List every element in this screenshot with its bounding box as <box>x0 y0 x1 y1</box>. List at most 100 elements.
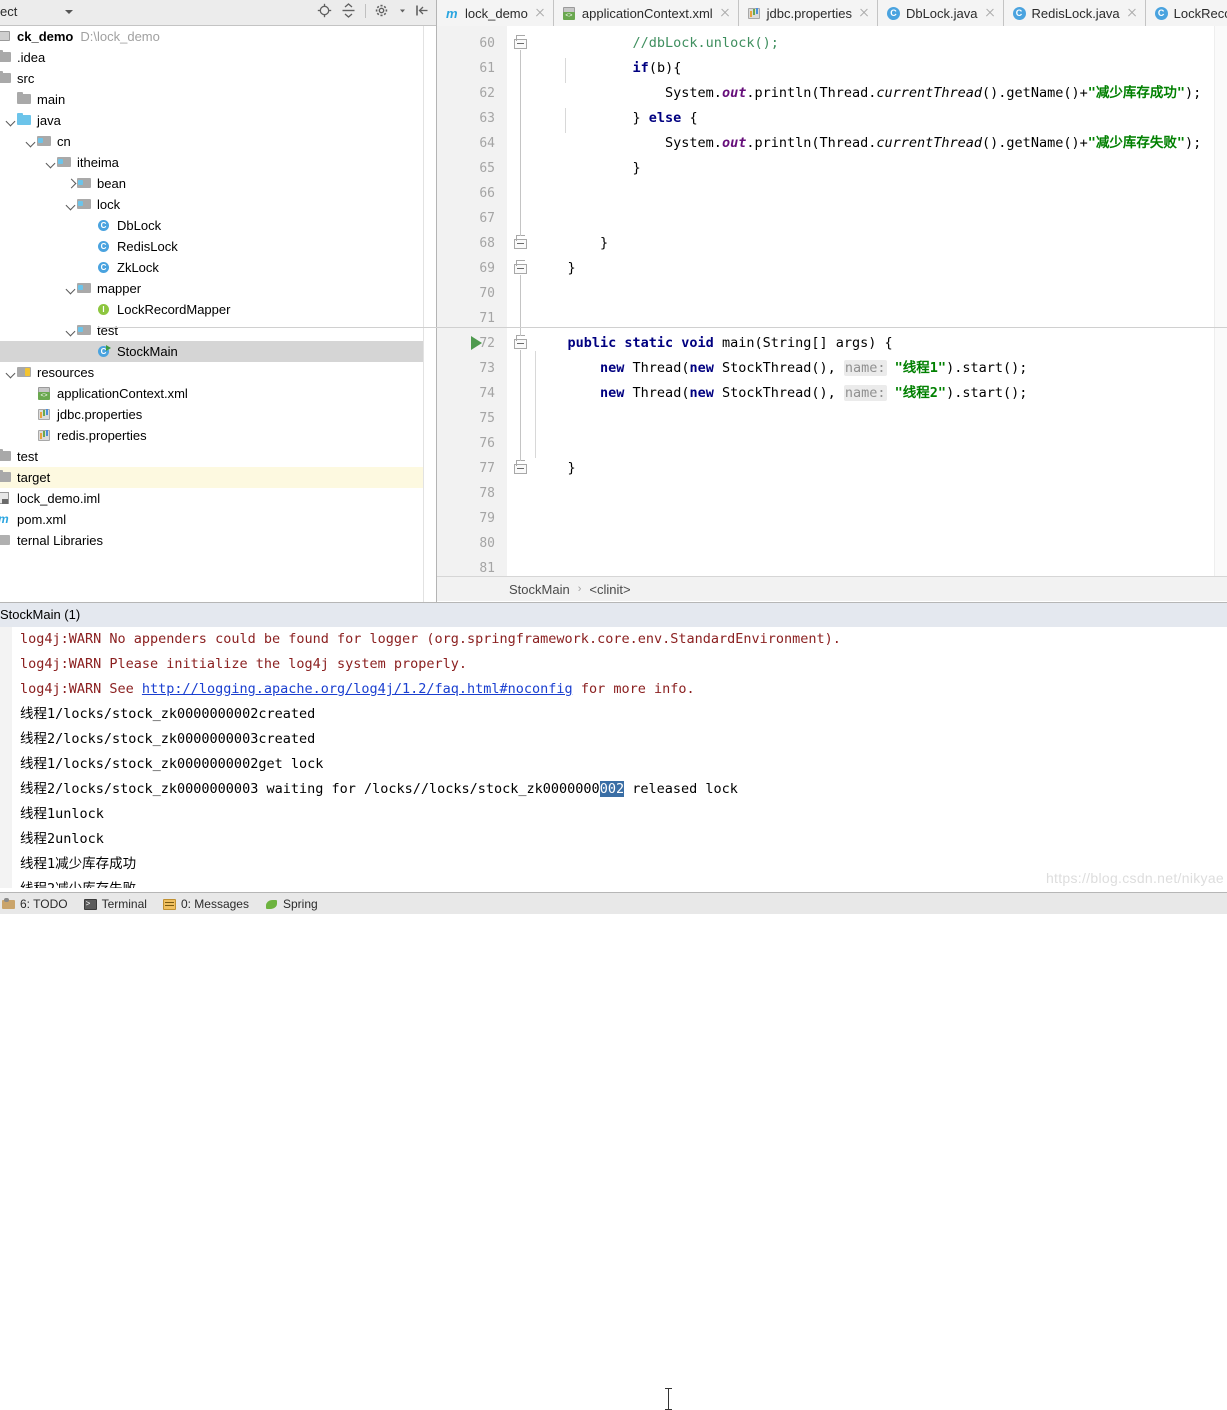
code-token: "减少库存成功" <box>1087 85 1185 101</box>
console-tab-stockmain[interactable]: StockMain (1) <box>0 603 91 627</box>
line-number: 62 <box>479 86 495 101</box>
class-icon <box>1012 6 1027 21</box>
editor-gutter[interactable]: 60 61 62 63 64 65 66 67 68 69 70 71 72 73 74 75 76 77 78 79… <box>437 26 508 576</box>
code-token: .println(Thread. <box>746 135 877 151</box>
chevron-down-icon[interactable] <box>26 131 37 152</box>
fold-marker-icon[interactable] <box>514 35 528 50</box>
line-number: 78 <box>479 486 495 501</box>
chevron-down-icon[interactable] <box>65 10 73 14</box>
breadcrumb[interactable]: StockMain › <clinit> <box>437 576 1227 601</box>
project-tree-scrollbar[interactable] <box>423 26 436 602</box>
fold-marker-icon[interactable] <box>514 235 528 250</box>
console-link[interactable]: http://logging.apache.org/log4j/1.2/faq.… <box>142 681 573 697</box>
run-method-icon[interactable] <box>471 336 482 350</box>
editor-code-area[interactable]: //dbLock.unlock(); if(b){ System.out.pri… <box>535 26 1215 576</box>
status-bar-item-spring[interactable]: Spring <box>265 897 318 911</box>
tree-item-lock[interactable]: lock <box>0 194 423 215</box>
breadcrumb-item[interactable]: StockMain <box>509 582 570 597</box>
tree-item-itheima[interactable]: itheima <box>0 152 423 173</box>
editor-fold-column[interactable] <box>507 26 535 576</box>
tree-item-redis-properties[interactable]: redis.properties <box>0 425 423 446</box>
status-bar-item-0-messages[interactable]: 0: Messages <box>162 897 249 911</box>
tree-item-pom-xml[interactable]: pom.xml <box>0 509 423 530</box>
chevron-down-icon[interactable] <box>46 152 57 173</box>
locate-icon[interactable] <box>317 3 332 18</box>
fold-cap <box>516 35 525 41</box>
console-line: 线程1unlock <box>12 802 1227 827</box>
console-text: 线程1/locks/stock_zk0000000002get lock <box>20 756 324 772</box>
tree-item-bean[interactable]: bean <box>0 173 423 194</box>
chevron-down-icon[interactable] <box>6 110 17 131</box>
tree-item-test[interactable]: test <box>0 446 423 467</box>
project-tool-window: ect ck_demo D:\lock_demo .idea src main … <box>0 0 437 602</box>
chevron-down-icon[interactable] <box>66 320 77 341</box>
tree-item-cn[interactable]: cn <box>0 131 423 152</box>
console-text: for more info. <box>572 681 695 697</box>
editor-tab-jdbc-properties[interactable]: jdbc.properties <box>738 0 878 26</box>
tree-item-redislock[interactable]: RedisLock <box>0 236 423 257</box>
editor-tab-lock-demo[interactable]: lock_demo <box>437 0 554 26</box>
tree-item-zklock[interactable]: ZkLock <box>0 257 423 278</box>
chevron-down-icon[interactable] <box>6 362 17 383</box>
todo-icon <box>2 897 16 911</box>
fold-connector <box>520 350 521 461</box>
code-token: new <box>600 360 625 376</box>
line-number: 66 <box>479 186 495 201</box>
close-icon[interactable] <box>985 8 995 18</box>
console-tab-bar[interactable]: StockMain (1) <box>0 602 1227 628</box>
editor-tab-redislock-java[interactable]: RedisLock.java <box>1003 0 1146 26</box>
tree-item-applicationcontext-xml[interactable]: applicationContext.xml <box>0 383 423 404</box>
editor-tab-dblock-java[interactable]: DbLock.java <box>877 0 1004 26</box>
console-output[interactable]: log4j:WARN No appenders could be found f… <box>0 627 1227 888</box>
close-icon[interactable] <box>1127 8 1137 18</box>
tree-item-label: jdbc.properties <box>57 407 143 422</box>
chevron-down-icon[interactable] <box>66 194 77 215</box>
tree-item-java[interactable]: java <box>0 110 423 131</box>
tree-item-stockmain[interactable]: StockMain <box>0 341 423 362</box>
tree-item-target[interactable]: target <box>0 467 423 488</box>
tree-item-lock-demo-iml[interactable]: lock_demo.iml <box>0 488 423 509</box>
tree-item-resources[interactable]: resources <box>0 362 423 383</box>
editor-tab-bar[interactable]: lock_demo applicationContext.xml jdbc.prop… <box>437 0 1227 27</box>
status-bar-item-terminal[interactable]: Terminal <box>83 897 147 911</box>
tree-item-label: src <box>17 71 35 86</box>
fold-marker-icon[interactable] <box>514 260 528 275</box>
fold-marker-icon[interactable] <box>514 335 528 350</box>
line-number: 70 <box>479 286 495 301</box>
close-icon[interactable] <box>859 8 869 18</box>
collapse-all-icon[interactable] <box>341 3 356 18</box>
editor-tab-applicationcontext-xml[interactable]: applicationContext.xml <box>553 0 739 26</box>
status-bar-item-6-todo[interactable]: 6: TODO <box>2 897 68 911</box>
chevron-down-small-icon[interactable] <box>399 3 406 18</box>
tree-item-mapper[interactable]: mapper <box>0 278 423 299</box>
status-bar[interactable]: 6: TODO Terminal 0: Messages Spring <box>0 892 1227 914</box>
tree-item-idea[interactable]: .idea <box>0 47 423 68</box>
code-editor[interactable]: 60 61 62 63 64 65 66 67 68 69 70 71 72 73 74 75 76 77 78 79… <box>437 26 1227 576</box>
code-token: currentThread <box>876 135 983 151</box>
fold-marker-icon[interactable] <box>514 460 528 475</box>
messages-icon <box>162 897 177 911</box>
editor-tab-lockrecord-j[interactable]: LockRecord.j <box>1145 0 1227 26</box>
tree-item-dblock[interactable]: DbLock <box>0 215 423 236</box>
chevron-down-icon[interactable] <box>66 278 77 299</box>
editor-scrollbar[interactable] <box>1214 26 1227 576</box>
tree-item-ck-demo[interactable]: ck_demo D:\lock_demo <box>0 26 423 47</box>
tree-item-main[interactable]: main <box>0 89 423 110</box>
gear-icon[interactable] <box>375 3 390 18</box>
chevron-right-icon[interactable] <box>66 173 77 194</box>
close-icon[interactable] <box>535 8 545 18</box>
breadcrumb-item[interactable]: <clinit> <box>589 582 630 597</box>
close-icon[interactable] <box>720 8 730 18</box>
tree-item-lockrecordmapper[interactable]: LockRecordMapper <box>0 299 423 320</box>
tree-item-jdbc-properties[interactable]: jdbc.properties <box>0 404 423 425</box>
tree-item-test[interactable]: test <box>0 320 423 341</box>
tree-item-src[interactable]: src <box>0 68 423 89</box>
tree-item-ternal-libraries[interactable]: ternal Libraries <box>0 530 423 551</box>
hide-panel-icon[interactable] <box>415 3 430 18</box>
code-token: "线程2" <box>894 385 947 401</box>
properties-file-icon <box>37 404 53 425</box>
project-tree[interactable]: ck_demo D:\lock_demo .idea src main java cn ith… <box>0 26 423 602</box>
